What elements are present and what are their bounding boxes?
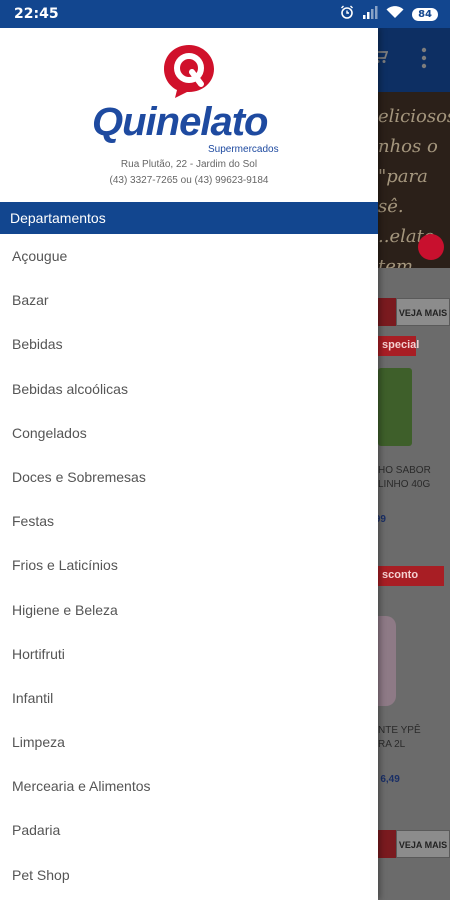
menu-item-bebidas-alcoolicas[interactable]: Bebidas alcoólicas [0,367,378,411]
menu-item-bazar[interactable]: Bazar [0,278,378,322]
product-name-1: HO SABOR LINHO 40G [378,465,431,490]
drawer-header: Quinelato Supermercados Rua Plutão, 22 -… [0,28,378,202]
brand-tagline: Supermercados [208,144,279,155]
product-image-1[interactable] [378,368,412,446]
brand-name: Quinelato [92,100,268,144]
see-more-button-1[interactable]: VEJA MAIS [396,298,450,326]
banner-logo-icon [418,234,444,260]
status-bar: 22:45 84 [0,0,450,28]
menu-item-limpeza[interactable]: Limpeza [0,720,378,764]
section-strip-2 [378,830,396,858]
screen: 22:45 84 eliciosos nhos o "para sê. ..el… [0,0,450,900]
status-time: 22:45 [14,6,59,22]
product-image-2[interactable] [378,616,396,706]
menu-item-infantil[interactable]: Infantil [0,676,378,720]
battery-icon: 84 [412,8,438,21]
menu-item-doces-sobremesas[interactable]: Doces e Sobremesas [0,455,378,499]
menu-item-frios-laticinios[interactable]: Frios e Laticínios [0,543,378,587]
navigation-drawer: Quinelato Supermercados Rua Plutão, 22 -… [0,28,378,900]
menu-item-pet-shop[interactable]: Pet Shop [0,853,378,897]
menu-item-hortifruti[interactable]: Hortifruti [0,632,378,676]
see-more-button-2[interactable]: VEJA MAIS [396,830,450,858]
more-options-icon[interactable] [420,46,428,70]
alarm-icon [340,5,354,24]
store-phones: (43) 3327-7265 ou (43) 99623-9184 [109,175,269,186]
menu-item-higiene-beleza[interactable]: Higiene e Beleza [0,588,378,632]
product-name-2: NTE YPÊ RA 2L [378,725,421,750]
special-tag: special [378,336,419,356]
status-icons: 84 [340,5,438,24]
menu-item-padaria[interactable]: Padaria [0,808,378,852]
store-address: Rua Plutão, 22 - Jardim do Sol [120,159,258,170]
wifi-icon [386,5,404,24]
discount-tag: sconto [378,566,444,586]
quinelato-logo-icon [160,42,218,100]
menu-item-bebidas[interactable]: Bebidas [0,322,378,366]
signal-icon [362,5,378,24]
departments-list: Açougue Bazar Bebidas Bebidas alcoólicas… [0,234,378,897]
menu-item-acougue[interactable]: Açougue [0,234,378,278]
menu-item-congelados[interactable]: Congelados [0,411,378,455]
menu-item-mercearia-alimentos[interactable]: Mercearia e Alimentos [0,764,378,808]
departments-header: Departamentos [0,202,378,234]
section-strip [378,298,396,326]
menu-item-festas[interactable]: Festas [0,499,378,543]
